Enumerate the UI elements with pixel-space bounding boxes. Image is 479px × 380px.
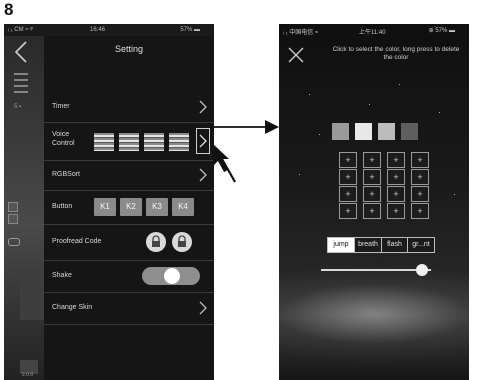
right-phone-screen: ᵢ ₁ 中国电信 ≈ 上午11:40 ⊕ 57% ▬ Click to sele…	[279, 24, 469, 380]
voice-control-expand-button[interactable]	[196, 128, 210, 154]
lock-icon	[178, 235, 186, 247]
button-row: Button K1 K2 K3 K4	[44, 190, 214, 225]
right-arrow-icon	[209, 120, 279, 134]
pointer-arrow-icon	[213, 144, 236, 183]
status-bar: ᵢ ₁ 中国电信 ≈ 上午11:40 ⊕ 57% ▬	[279, 24, 469, 36]
add-color-slot-button[interactable]: +	[387, 152, 405, 168]
star-dot	[454, 194, 455, 195]
voice-control-label-line1: Voice	[52, 131, 70, 138]
add-color-slot-button[interactable]: +	[363, 169, 381, 185]
add-color-slot-button[interactable]: +	[411, 186, 429, 202]
add-color-slot-button[interactable]: +	[363, 186, 381, 202]
side-checkbox[interactable]	[8, 202, 18, 212]
toggle-knob	[164, 268, 180, 284]
side-footer-text: 2.0.0	[22, 372, 34, 378]
carrier-label: ᵢ ₁ CM ≈ ᵠ	[8, 27, 33, 33]
key-button-k3[interactable]: K3	[146, 198, 168, 216]
add-color-slot-button[interactable]: +	[411, 152, 429, 168]
lock-button[interactable]	[146, 232, 166, 252]
timer-row[interactable]: Timer	[44, 92, 214, 123]
mode-jump-tab[interactable]: jump	[328, 238, 355, 252]
carrier-label: ᵢ ₁ 中国电信 ≈	[283, 30, 319, 36]
battery-label: 57% ▬	[180, 27, 200, 33]
rgbsort-label: RGBSort	[52, 171, 81, 178]
chevron-right-icon	[199, 100, 207, 114]
step-number: 8	[4, 0, 14, 19]
shake-row: Shake	[44, 260, 214, 293]
proofread-code-row: Proofread Code	[44, 224, 214, 261]
side-checkbox[interactable]	[8, 214, 18, 224]
star-dot	[319, 134, 320, 135]
add-color-slot-button[interactable]: +	[339, 169, 357, 185]
color-swatch[interactable]	[378, 123, 395, 140]
key-button-k4[interactable]: K4	[172, 198, 194, 216]
battery-label: ⊕ 57% ▬	[428, 28, 455, 34]
add-color-slot-button[interactable]: +	[339, 152, 357, 168]
menu-icon[interactable]	[14, 70, 28, 100]
speed-slider-handle[interactable]	[416, 264, 429, 276]
add-color-slot-button[interactable]: +	[387, 169, 405, 185]
rgbsort-row[interactable]: RGBSort	[44, 160, 214, 191]
add-color-slot-button[interactable]: +	[387, 203, 405, 219]
chevron-right-icon	[199, 168, 207, 182]
add-color-slot-button[interactable]: +	[339, 186, 357, 202]
star-dot	[399, 84, 400, 85]
add-color-slot-button[interactable]: +	[363, 152, 381, 168]
mode-selector: jump breath flash gr...nt	[327, 237, 435, 253]
left-phone-screen: ᵢ ₁ CM ≈ ᵠ 16:46 57% ▬ 5 ▪ 2.0.0 Setting…	[4, 24, 214, 380]
key-button-k2[interactable]: K2	[120, 198, 142, 216]
button-label: Button	[52, 203, 73, 210]
speed-slider-track[interactable]	[321, 269, 431, 271]
clock-label: 16:46	[90, 27, 106, 33]
proofread-code-label: Proofread Code	[52, 238, 102, 245]
lock-button[interactable]	[172, 232, 192, 252]
instruction-text: Click to select the color, long press to…	[332, 46, 460, 61]
voice-pattern-swatch[interactable]	[94, 133, 114, 151]
star-dot	[369, 104, 370, 105]
add-color-slot-button[interactable]: +	[411, 169, 429, 185]
voice-pattern-swatch[interactable]	[169, 133, 189, 151]
back-chevron-icon[interactable]	[12, 40, 32, 64]
color-swatch[interactable]	[355, 123, 372, 140]
color-slot-grid: + + + + + + + + + + + + + + + +	[335, 150, 433, 220]
status-bar: ᵢ ₁ CM ≈ ᵠ 16:46 57% ▬	[4, 24, 214, 36]
chevron-right-icon	[199, 301, 207, 315]
add-color-slot-button[interactable]: +	[411, 203, 429, 219]
change-skin-row[interactable]: Change Skin	[44, 292, 214, 325]
star-dot	[299, 174, 300, 175]
voice-control-row[interactable]: Voice Control	[44, 122, 214, 161]
shake-toggle[interactable]	[142, 267, 200, 285]
voice-control-label-line2: Control	[52, 140, 75, 147]
timer-label: Timer	[52, 103, 70, 110]
selected-color-swatches	[332, 123, 436, 141]
close-icon[interactable]	[287, 46, 305, 64]
settings-panel: Setting Timer Voice Control RGBSort Butt…	[44, 36, 214, 380]
side-page-indicator: 5 ▪	[14, 104, 22, 110]
chevron-right-icon	[199, 134, 207, 148]
mode-flash-tab[interactable]: flash	[382, 238, 408, 252]
color-swatch[interactable]	[332, 123, 349, 140]
mode-gradient-tab[interactable]: gr...nt	[408, 238, 434, 252]
star-dot	[439, 112, 440, 113]
side-card	[20, 272, 44, 320]
voice-pattern-swatch[interactable]	[144, 133, 164, 151]
lock-icon	[152, 235, 160, 247]
add-color-slot-button[interactable]: +	[387, 186, 405, 202]
mode-breath-tab[interactable]: breath	[355, 238, 382, 252]
add-color-slot-button[interactable]: +	[363, 203, 381, 219]
side-toggle[interactable]	[8, 238, 20, 246]
change-skin-label: Change Skin	[52, 304, 93, 311]
clock-label: 上午11:40	[359, 30, 386, 36]
shake-label: Shake	[52, 272, 72, 279]
add-color-slot-button[interactable]: +	[339, 203, 357, 219]
key-button-k1[interactable]: K1	[94, 198, 116, 216]
star-dot	[309, 94, 310, 95]
voice-pattern-swatch[interactable]	[119, 133, 139, 151]
color-swatch[interactable]	[401, 123, 418, 140]
page-title: Setting	[114, 44, 144, 54]
